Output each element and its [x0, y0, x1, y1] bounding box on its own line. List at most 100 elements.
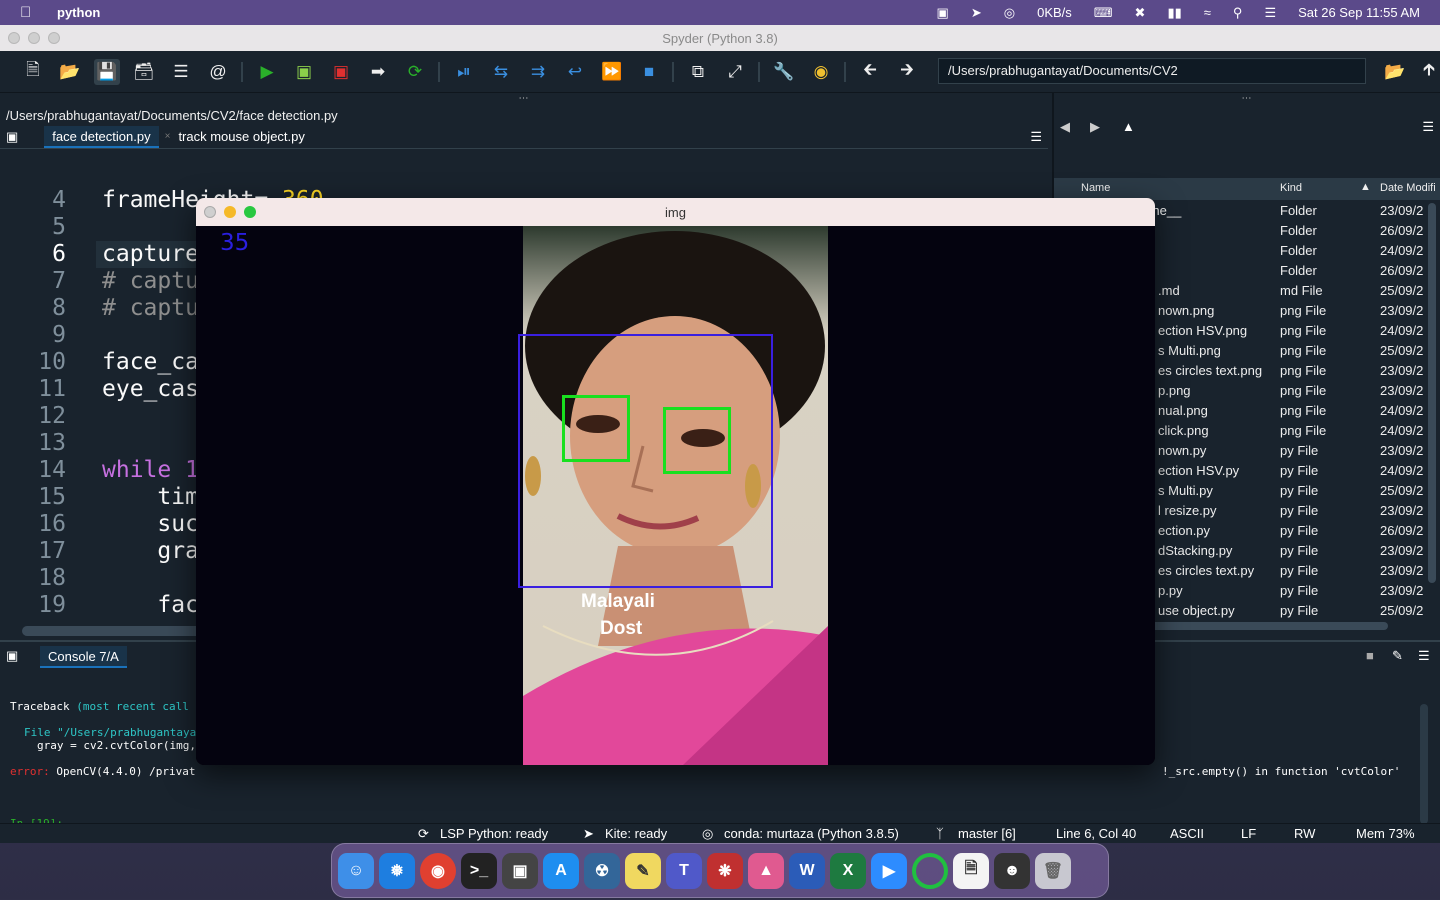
code-line[interactable]: tim: [102, 484, 199, 510]
rerun-icon[interactable]: ⟳: [402, 59, 428, 85]
file-date: 24/09/2: [1380, 403, 1424, 418]
editor-menu-icon[interactable]: ☰: [1030, 129, 1042, 145]
network-speed[interactable]: 0KB/s: [1037, 5, 1072, 20]
conda-env[interactable]: conda: murtaza (Python 3.8.5): [724, 826, 899, 841]
code-line[interactable]: suc: [102, 511, 199, 537]
preview-photo-icon[interactable]: ☻: [994, 852, 1030, 889]
active-app-name[interactable]: python: [57, 5, 100, 20]
back-arrow-icon[interactable]: 🡰: [857, 59, 883, 85]
kite-status[interactable]: Kite: ready: [605, 826, 667, 841]
git-branch[interactable]: master [6]: [958, 826, 1016, 841]
clock[interactable]: Sat 26 Sep 11:55 AM: [1298, 5, 1420, 20]
stickies-icon[interactable]: ✎: [625, 852, 661, 889]
step-return-icon[interactable]: ↩: [562, 59, 588, 85]
sync-icon[interactable]: ◎: [1004, 5, 1015, 21]
save-icon[interactable]: 💾: [94, 58, 120, 85]
code-line[interactable]: # captu: [102, 295, 199, 321]
console-vertical-scrollbar[interactable]: [1420, 704, 1428, 824]
up-icon[interactable]: ▲: [1122, 119, 1135, 134]
traceback-detail: (most recent call: [76, 700, 189, 713]
code-line[interactable]: while 1: [102, 457, 199, 483]
word-icon[interactable]: W: [789, 852, 825, 889]
code-line[interactable]: fac: [102, 592, 199, 618]
file-name: ection HSV.py: [1158, 463, 1240, 478]
explorer-menu-icon[interactable]: ☰: [1422, 119, 1434, 135]
run-cell-icon[interactable]: ▣: [291, 59, 317, 85]
console-tab[interactable]: Console 7/A: [40, 646, 127, 668]
pane-grip[interactable]: ⋯: [0, 93, 1048, 107]
at-icon[interactable]: @: [205, 59, 231, 85]
chrome-icon[interactable]: ◉: [420, 852, 456, 889]
column-name[interactable]: Name: [1081, 182, 1110, 194]
working-directory-input[interactable]: /Users/prabhugantayat/Documents/CV2: [938, 58, 1366, 84]
preferences-wrench-icon[interactable]: 🔧: [771, 59, 797, 85]
code-line[interactable]: # captu: [102, 268, 199, 294]
finder-icon[interactable]: ☺: [338, 852, 374, 889]
keyboard-icon[interactable]: ⌨: [1094, 5, 1113, 21]
fps-counter: 35: [220, 230, 250, 256]
back-icon[interactable]: ◀: [1060, 119, 1070, 135]
apple-menu-icon[interactable]: : [20, 4, 36, 21]
console-menu-icon[interactable]: ☰: [1418, 648, 1430, 664]
file-kind: py File: [1280, 563, 1319, 578]
wifi-icon[interactable]: ≈: [1204, 5, 1211, 20]
tab-track-mouse-object[interactable]: track mouse object.py: [170, 126, 312, 148]
screenshot-icon[interactable]: ▣: [502, 852, 538, 889]
run-selection-icon[interactable]: ➡: [365, 59, 391, 85]
editor-options-icon[interactable]: ▣: [6, 129, 18, 145]
maximize-pane-icon[interactable]: ⧉: [685, 59, 711, 85]
line-number: 13: [38, 430, 66, 456]
save-all-icon[interactable]: 🗃: [131, 59, 157, 85]
code-line[interactable]: capture: [102, 241, 199, 267]
tab-face-detection[interactable]: face detection.py: [44, 125, 159, 148]
step-into-icon[interactable]: ⇉: [525, 59, 551, 85]
list-icon[interactable]: ☰: [168, 59, 194, 85]
continue-icon[interactable]: ⏩: [599, 59, 625, 85]
explorer-vertical-scrollbar[interactable]: [1428, 203, 1436, 583]
run-cell-advance-icon[interactable]: ▣: [328, 59, 354, 85]
forward-arrow-icon[interactable]: 🡲: [894, 59, 920, 85]
safari-icon[interactable]: ❅: [379, 852, 415, 889]
code-line[interactable]: eye_cas: [102, 376, 199, 402]
parent-directory-icon[interactable]: 🡱: [1416, 59, 1440, 85]
step-icon[interactable]: ⇆: [488, 59, 514, 85]
code-line[interactable]: gra: [102, 538, 199, 564]
zoom-app-icon[interactable]: ▶: [871, 852, 907, 889]
terminal-icon[interactable]: >_: [461, 852, 497, 889]
control-center-icon[interactable]: ☰: [1264, 5, 1276, 21]
stop-kernel-icon[interactable]: ■: [1366, 648, 1374, 663]
browse-folder-icon[interactable]: 📂: [1382, 59, 1408, 85]
stop-debug-icon[interactable]: ■: [636, 59, 662, 85]
teams-icon[interactable]: T: [666, 852, 702, 889]
pane-grip[interactable]: ⋯: [1054, 93, 1440, 107]
bluetooth-icon[interactable]: ✖: [1135, 5, 1146, 21]
open-folder-icon[interactable]: 📂: [57, 59, 83, 85]
clear-console-icon[interactable]: ✎: [1392, 648, 1403, 664]
zoom-icon[interactable]: ▣: [937, 5, 949, 21]
console-options-icon[interactable]: ▣: [6, 648, 18, 664]
line-number: 17: [38, 538, 66, 564]
kite-icon[interactable]: ➤: [971, 5, 982, 21]
battery-icon[interactable]: ▮▮: [1167, 5, 1181, 21]
postgresql-icon[interactable]: ☢: [584, 852, 620, 889]
forward-icon[interactable]: ▶: [1090, 119, 1100, 135]
lsp-status[interactable]: LSP Python: ready: [440, 826, 548, 841]
circle-app-icon[interactable]: [912, 852, 948, 889]
fullscreen-icon[interactable]: ⤢: [722, 59, 748, 85]
spotlight-search-icon[interactable]: ⚲: [1233, 5, 1243, 21]
trash-icon[interactable]: 🗑: [1035, 852, 1071, 889]
run-icon[interactable]: ▶: [254, 59, 280, 85]
document-icon[interactable]: 🗎: [953, 852, 989, 889]
file-kind: py File: [1280, 603, 1319, 618]
column-date-modified[interactable]: Date Modifi: [1380, 182, 1436, 194]
excel-icon[interactable]: X: [830, 852, 866, 889]
code-line[interactable]: face_ca: [102, 349, 199, 375]
python-path-icon[interactable]: ◉: [808, 59, 834, 85]
app-store-icon[interactable]: A: [543, 852, 579, 889]
flashcard-icon[interactable]: ▲: [748, 852, 784, 889]
spider-icon[interactable]: ❋: [707, 852, 743, 889]
column-kind[interactable]: Kind: [1280, 182, 1302, 194]
file-date: 23/09/2: [1380, 543, 1424, 558]
new-file-icon[interactable]: 🗎: [20, 59, 46, 85]
debug-icon[interactable]: ⏯: [451, 59, 477, 85]
